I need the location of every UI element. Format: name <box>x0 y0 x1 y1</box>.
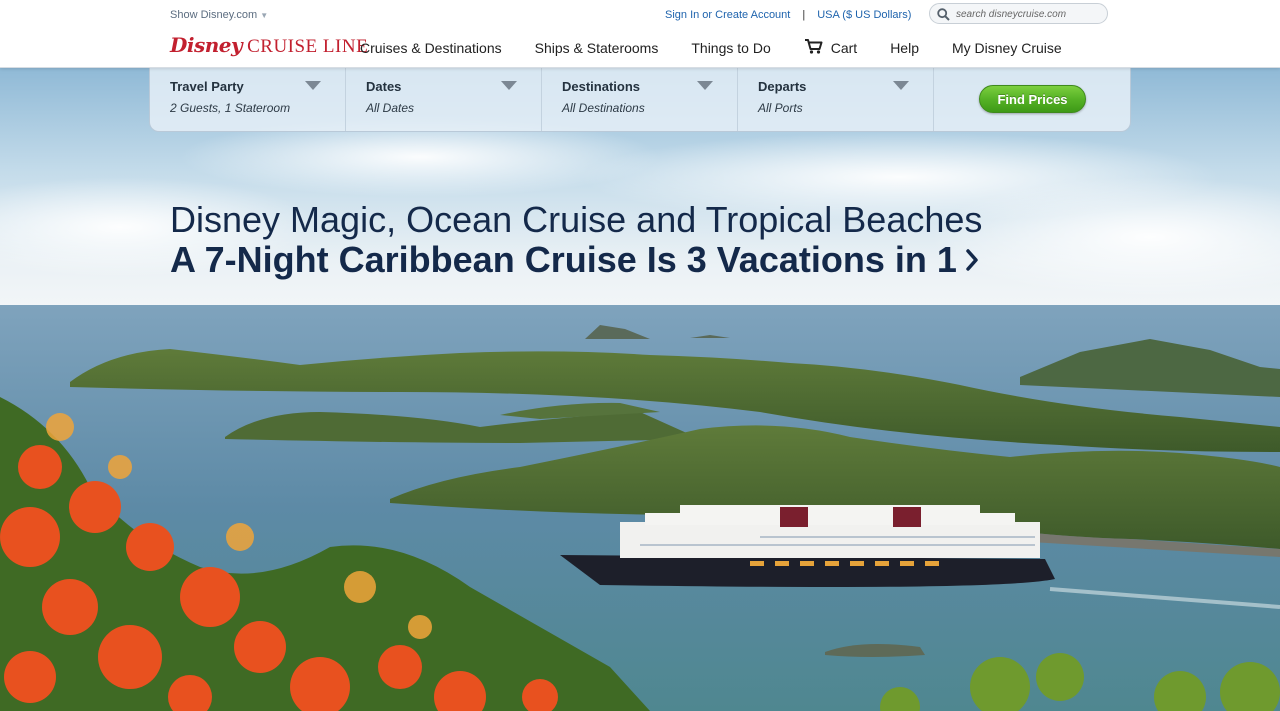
hero-title: Disney Magic, Ocean Cruise and Tropical … <box>170 199 983 240</box>
logo-cruise-line-word: CRUISE LINE <box>247 36 369 57</box>
chevron-right-icon <box>965 240 979 280</box>
filter-value: All Ports <box>758 101 803 115</box>
find-prices-cell: Find Prices <box>934 67 1130 131</box>
nav-label: Ships & Staterooms <box>534 39 659 56</box>
nav-help[interactable]: Help <box>890 40 919 56</box>
disney-cruise-line-logo[interactable]: Disney CRUISE LINE <box>170 33 368 61</box>
nav-label: Cruises & Destinations <box>360 39 502 56</box>
dropdown-arrow-icon <box>305 81 321 90</box>
show-disney-label: Show Disney.com <box>170 9 258 21</box>
show-disney-link[interactable]: Show Disney.com ▼ <box>170 9 268 21</box>
utility-separator: | <box>802 9 806 21</box>
nav-label: Help <box>890 39 919 56</box>
dropdown-arrow-icon <box>501 81 517 90</box>
departs-dropdown[interactable]: Departs All Ports <box>738 67 934 131</box>
hero-banner[interactable] <box>0 67 1280 711</box>
nav-cart[interactable]: Cart <box>804 38 857 57</box>
sign-in-link[interactable]: Sign In or Create Account <box>665 9 790 21</box>
nav-my-disney-cruise[interactable]: My Disney Cruise <box>952 40 1062 56</box>
main-nav: Cruises & Destinations Ships & Stateroom… <box>360 38 1062 57</box>
filter-value: All Destinations <box>562 101 645 115</box>
filter-value: All Dates <box>366 101 415 115</box>
search-icon <box>937 8 950 21</box>
filter-value: 2 Guests, 1 Stateroom <box>170 101 291 115</box>
nav-things-to-do[interactable]: Things to Do <box>691 40 770 56</box>
hero-subtitle-text: A 7-Night Caribbean Cruise Is 3 Vacation… <box>170 239 957 280</box>
caribbean-scene-image <box>0 117 1280 711</box>
hero-headline: Disney Magic, Ocean Cruise and Tropical … <box>170 200 982 280</box>
hero-subtitle-link[interactable]: A 7-Night Caribbean Cruise Is 3 Vacation… <box>170 240 982 280</box>
search-input[interactable] <box>954 6 1106 23</box>
utility-links: Sign In or Create Account | USA ($ US Do… <box>665 9 911 21</box>
cruise-search-bar: Travel Party 2 Guests, 1 Stateroom Dates… <box>149 67 1131 132</box>
chevron-down-icon: ▼ <box>260 11 269 20</box>
travel-party-dropdown[interactable]: Travel Party 2 Guests, 1 Stateroom <box>150 67 346 131</box>
dates-dropdown[interactable]: Dates All Dates <box>346 67 542 131</box>
nav-ships-staterooms[interactable]: Ships & Staterooms <box>535 40 659 56</box>
site-search[interactable] <box>929 3 1108 24</box>
site-header: Show Disney.com ▼ Sign In or Create Accou… <box>0 0 1280 68</box>
logo-disney-word: Disney <box>170 33 243 57</box>
find-prices-button[interactable]: Find Prices <box>979 85 1086 113</box>
nav-label: Cart <box>830 39 858 56</box>
destinations-dropdown[interactable]: Destinations All Destinations <box>542 67 738 131</box>
nav-label: Things to Do <box>691 39 771 56</box>
currency-link[interactable]: USA ($ US Dollars) <box>817 9 911 21</box>
cart-icon <box>804 38 823 57</box>
nav-cruises-destinations[interactable]: Cruises & Destinations <box>360 40 502 56</box>
dropdown-arrow-icon <box>893 81 909 90</box>
nav-label: My Disney Cruise <box>951 39 1062 56</box>
dropdown-arrow-icon <box>697 81 713 90</box>
